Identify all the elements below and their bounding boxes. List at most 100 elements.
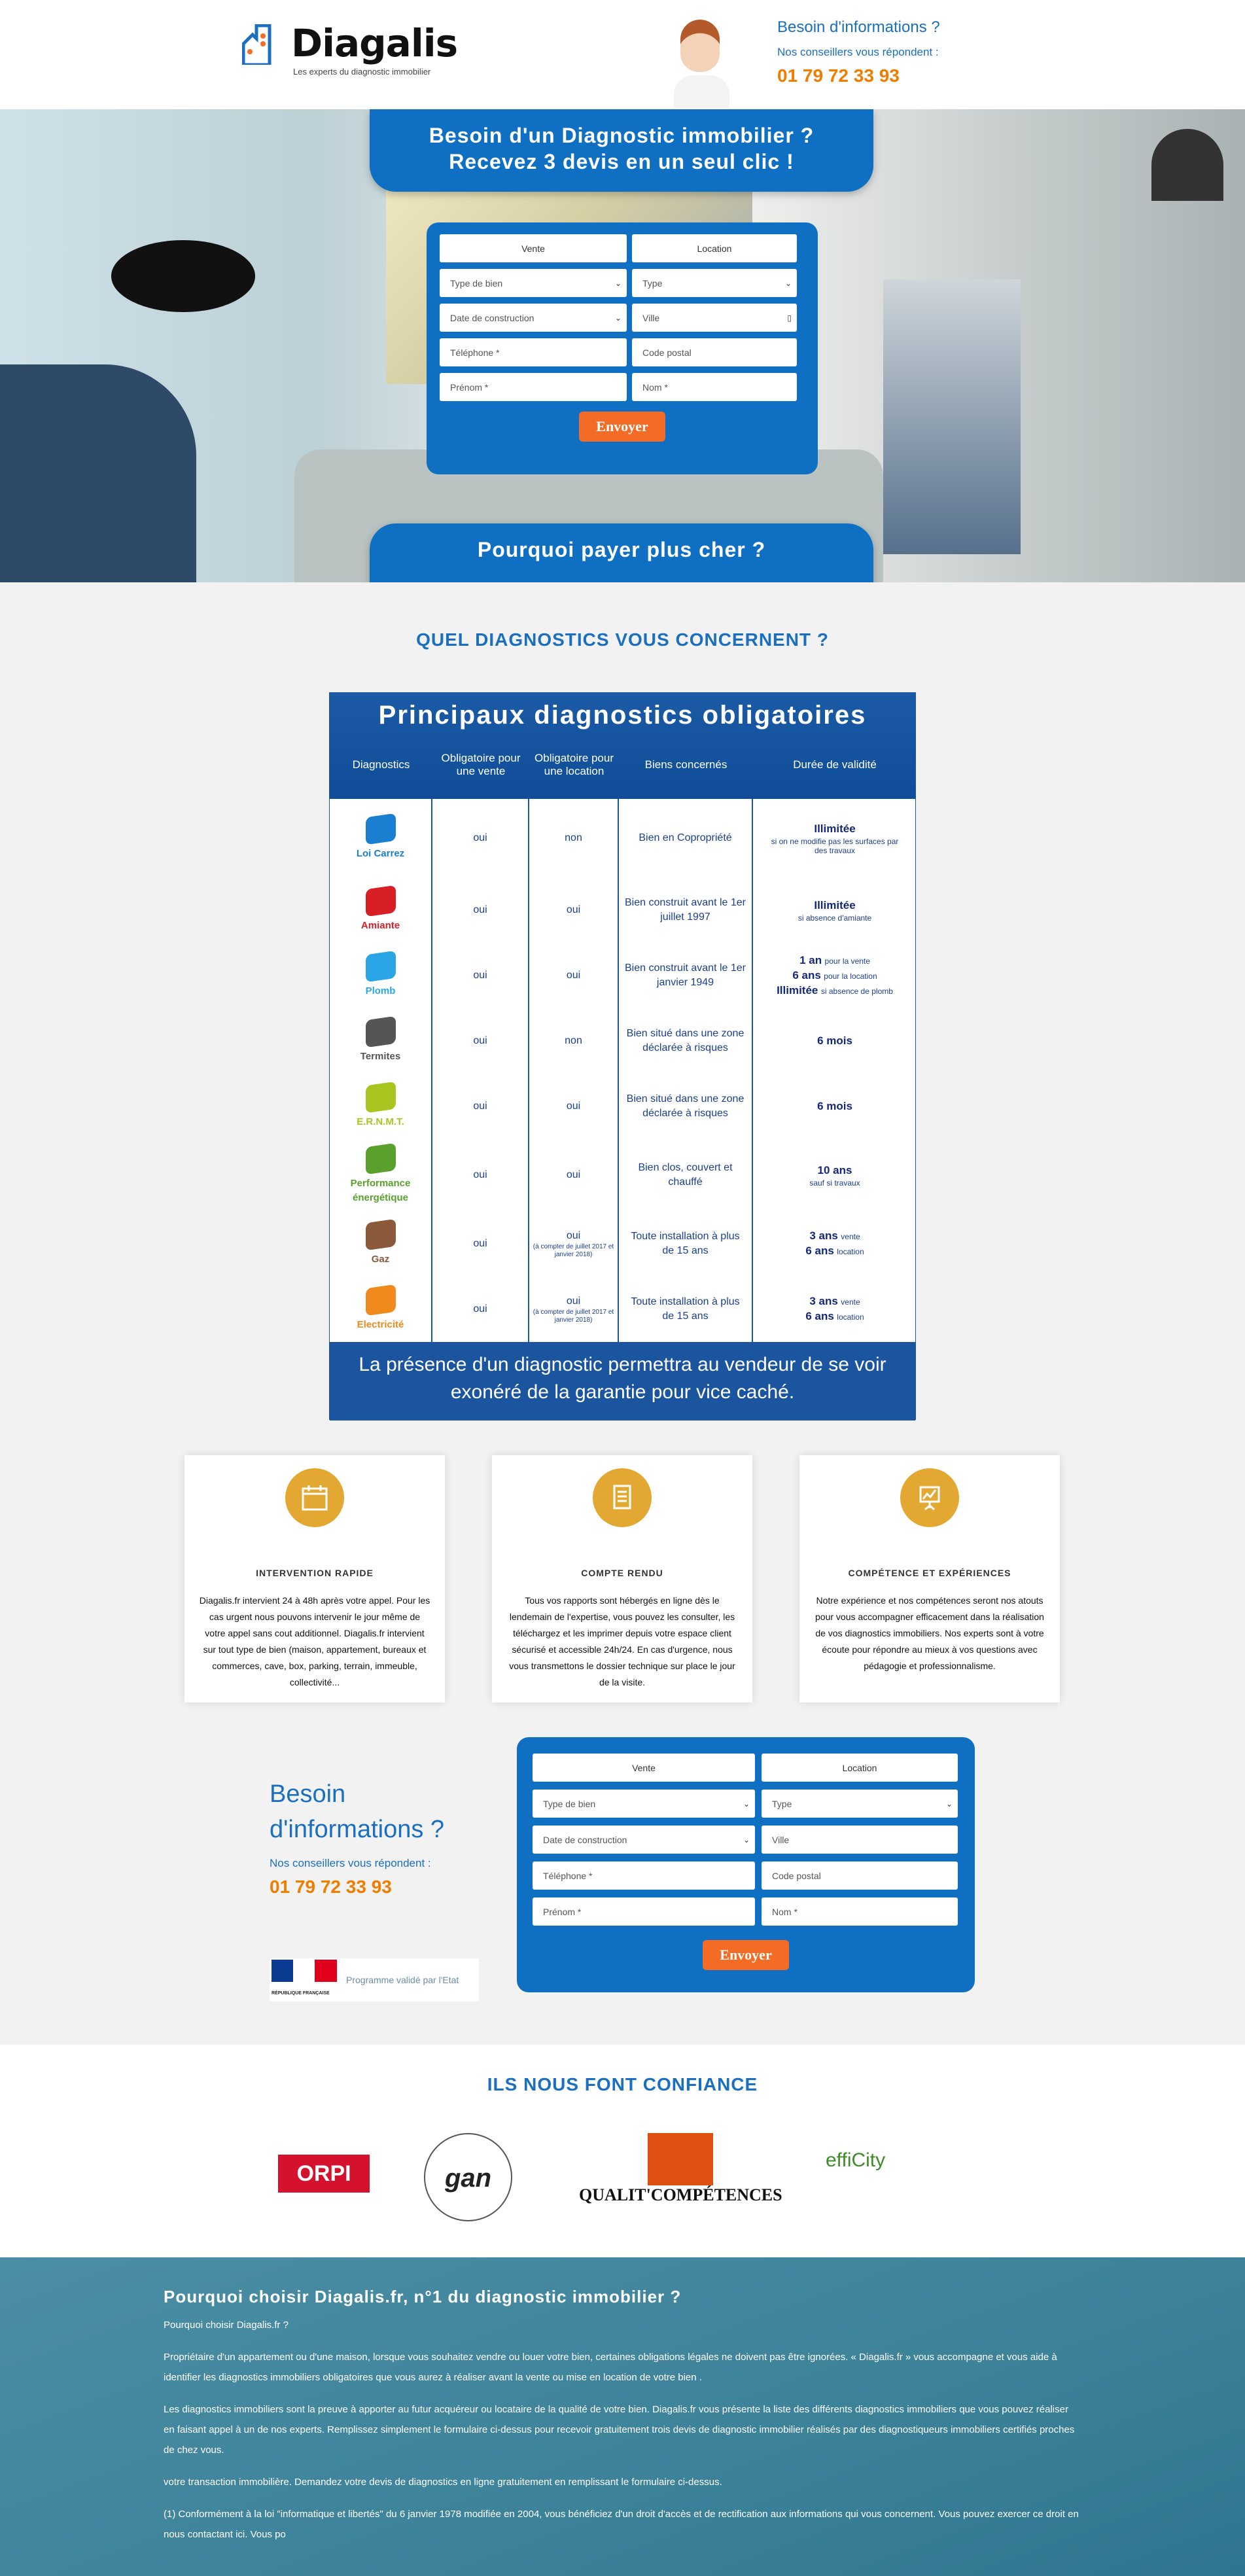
type-select[interactable]: Type ⌄ [762, 1790, 958, 1818]
partners-section: ILS NOUS FONT CONFIANCE ORPI gan QUALIT'… [0, 2045, 1245, 2257]
telephone-input[interactable]: Téléphone * [533, 1861, 755, 1890]
submit-button[interactable]: Envoyer [703, 1940, 789, 1970]
nom-input[interactable]: Nom * [632, 373, 797, 401]
validity-line: 6 ans location [805, 1309, 864, 1324]
feature-card: COMPÉTENCE ET EXPÉRIENCES Notre expérien… [799, 1455, 1060, 1703]
diagnostic-name: E.R.N.M.T. [357, 1116, 404, 1127]
type-de-bien-select[interactable]: Type de bien ⌄ [533, 1790, 755, 1818]
diagnostic-icon [365, 1218, 396, 1251]
diagnostic-icon [365, 1284, 396, 1316]
table-cell: E.R.N.M.T. [330, 1074, 431, 1139]
code-postal-input[interactable]: Code postal [632, 338, 797, 366]
table-column: oui oui oui oui oui oui oui oui [432, 799, 529, 1342]
validity-note: location [837, 1313, 864, 1322]
lamp-shade-image [111, 240, 255, 312]
biens-value: Bien situé dans une zone déclarée à risq… [626, 1093, 745, 1119]
validity-note: vente [841, 1297, 860, 1307]
date-construction-select[interactable]: Date de construction ⌄ [440, 304, 627, 332]
about-title: Pourquoi choisir Diagalis.fr, n°1 du dia… [164, 2287, 682, 2306]
table-cell: Bien construit avant le 1er juillet 1997 [619, 877, 752, 943]
table-cell: oui [432, 799, 528, 877]
table-cell: oui [432, 1211, 528, 1277]
table-cell: Plomb [330, 943, 431, 1008]
prenom-input[interactable]: Prénom * [533, 1897, 755, 1926]
vente-value: oui [473, 970, 487, 981]
about-paragraph: Les diagnostics immobiliers sont la preu… [164, 2404, 1075, 2456]
chevron-down-icon: ⌄ [614, 313, 622, 323]
vente-button[interactable]: Vente [533, 1754, 755, 1782]
help-title: Besoin d'informations ? [777, 18, 940, 36]
state-validated-badge: RÉPUBLIQUE FRANÇAISE Programme validé pa… [270, 1958, 479, 2002]
brand-tagline: Les experts du diagnostic immobilier [293, 67, 431, 77]
chevron-down-icon: ⌄ [743, 1799, 750, 1808]
why-pay-more-banner: Pourquoi payer plus cher ? [370, 523, 873, 582]
telephone-input[interactable]: Téléphone * [440, 338, 627, 366]
select-label: Date de construction [543, 1834, 627, 1845]
validity-bold: 3 ans [809, 1295, 838, 1307]
contact-title-line-2: d'informations ? [270, 1816, 445, 1843]
logo[interactable]: Diagalis Les experts du diagnostic immob… [242, 21, 458, 80]
diagnostic-icon [365, 1015, 396, 1048]
validity-bold: Illimitée [814, 898, 856, 911]
select-label: Type de bien [543, 1798, 596, 1809]
table-cell: oui [432, 1074, 528, 1139]
vente-value: oui [473, 904, 487, 915]
location-note: (à compter de juillet 2017 et janvier 20… [533, 1309, 614, 1324]
agent-photo [674, 20, 729, 108]
validity-bold: 10 ans [817, 1163, 852, 1176]
table-footer-note: La présence d'un diagnostic permettra au… [330, 1342, 915, 1420]
column-header: Obligatoire pour une location [535, 751, 614, 777]
submit-button[interactable]: Envoyer [579, 412, 665, 442]
armchair-image [0, 364, 196, 582]
header-phone[interactable]: 01 79 72 33 93 [777, 65, 900, 86]
validity-line: 3 ans vente [809, 1294, 860, 1309]
validity-line: 3 ans vente [809, 1229, 860, 1244]
table-header: Principaux diagnostics obligatoires Diag… [330, 693, 915, 799]
validity-bold: 3 ans [809, 1229, 838, 1242]
location-button[interactable]: Location [632, 234, 797, 262]
validity-bold: 1 an [799, 953, 822, 966]
table-column: Bien en Copropriété Bien construit avant … [619, 799, 753, 1342]
city-painting-image [883, 279, 1021, 554]
about-section: Pourquoi choisir Diagalis.fr, n°1 du dia… [0, 2257, 1245, 2576]
chevron-down-icon: ⌄ [743, 1835, 750, 1844]
efficity-logo: effiCity [826, 2149, 886, 2171]
table-cell: Bien clos, couvert et chauffé [619, 1139, 752, 1211]
validity-line: 6 ans location [805, 1244, 864, 1259]
biens-value: Bien clos, couvert et chauffé [638, 1162, 733, 1188]
diagnostic-icon [365, 950, 396, 983]
table-cell: non [529, 1008, 618, 1074]
header: Diagalis Les experts du diagnostic immob… [0, 0, 1245, 109]
contact-phone[interactable]: 01 79 72 33 93 [270, 1877, 392, 1897]
table-cell: Toute installation à plus de 15 ans [619, 1211, 752, 1277]
badge-text: Programme validé par l'Etat [346, 1975, 459, 1985]
validity-line: Illimitée [814, 898, 855, 913]
vente-value: oui [473, 1238, 487, 1249]
diagnostic-name: Plomb [365, 985, 396, 997]
ville-input[interactable]: Ville [762, 1826, 958, 1854]
vente-button[interactable]: Vente [440, 234, 627, 262]
type-de-bien-select[interactable]: Type de bien ⌄ [440, 269, 627, 297]
about-subtitle: Pourquoi choisir Diagalis.fr ? [164, 2320, 289, 2331]
table-cell: oui [432, 1139, 528, 1211]
location-button[interactable]: Location [762, 1754, 958, 1782]
ville-input[interactable]: Ville ▯ [632, 304, 797, 332]
table-cell: non [529, 799, 618, 877]
contact-title: Besoin d'informations ? [270, 1776, 444, 1847]
table-cell: oui (à compter de juillet 2017 et janvier… [529, 1211, 618, 1277]
nom-input[interactable]: Nom * [762, 1897, 958, 1926]
diagnostic-icon [365, 813, 396, 845]
type-select[interactable]: Type ⌄ [632, 269, 797, 297]
diagnostics-table: Principaux diagnostics obligatoires Diag… [329, 692, 916, 1420]
chevron-down-icon: ⌄ [945, 1799, 953, 1808]
column-header: Diagnostics [352, 758, 410, 771]
vente-value: oui [473, 1035, 487, 1046]
location-value: non [565, 832, 582, 843]
location-value: oui [566, 1101, 581, 1112]
table-cell: Performance énergétique [330, 1139, 431, 1211]
prenom-input[interactable]: Prénom * [440, 373, 627, 401]
about-paragraph: (1) Conformément à la loi "informatique … [164, 2509, 1079, 2540]
date-construction-select[interactable]: Date de construction ⌄ [533, 1826, 755, 1854]
code-postal-input[interactable]: Code postal [762, 1861, 958, 1890]
table-cell: oui [529, 943, 618, 1008]
